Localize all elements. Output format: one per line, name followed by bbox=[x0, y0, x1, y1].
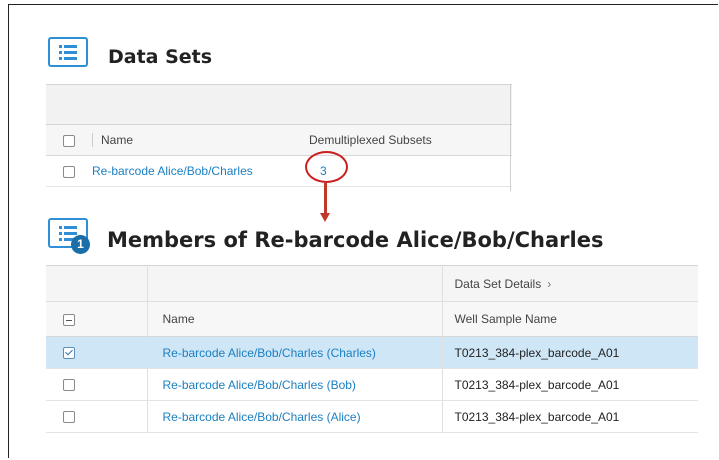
member-name-link[interactable]: Re-barcode Alice/Bob/Charles (Charles) bbox=[163, 346, 376, 360]
members-title: Members of Re-barcode Alice/Bob/Charles bbox=[107, 228, 604, 252]
group-header-row: Data Set Details › bbox=[46, 265, 698, 302]
table-header-row: Name Well Sample Name bbox=[46, 301, 698, 337]
data-set-name-link[interactable]: Re-barcode Alice/Bob/Charles bbox=[92, 164, 253, 178]
table-row[interactable]: Re-barcode Alice/Bob/Charles 3 bbox=[46, 155, 512, 187]
chevron-right-icon[interactable]: › bbox=[547, 277, 551, 291]
data-sets-table: Name Demultiplexed Subsets Re-barcode Al… bbox=[46, 84, 512, 187]
well-sample-name: T0213_384-plex_barcode_A01 bbox=[454, 409, 620, 424]
table-row[interactable]: Re-barcode Alice/Bob/Charles (Bob) T0213… bbox=[46, 368, 698, 401]
row-checkbox[interactable] bbox=[63, 379, 75, 392]
table-right-border bbox=[510, 84, 511, 191]
table-row[interactable]: Re-barcode Alice/Bob/Charles (Alice) T02… bbox=[46, 400, 698, 433]
row-checkbox[interactable] bbox=[63, 165, 75, 178]
table-row[interactable]: Re-barcode Alice/Bob/Charles (Charles) T… bbox=[46, 336, 698, 369]
row-checkbox[interactable] bbox=[63, 347, 75, 360]
annotation-circle bbox=[305, 151, 348, 183]
name-column-header[interactable]: Name bbox=[101, 133, 133, 147]
demultiplexed-subsets-column-header[interactable]: Demultiplexed Subsets bbox=[309, 133, 432, 147]
data-sets-title: Data Sets bbox=[108, 46, 213, 68]
annotation-arrow-head bbox=[320, 213, 330, 222]
member-count-badge: 1 bbox=[71, 235, 90, 254]
members-table: Data Set Details › Name Well Sample Name … bbox=[46, 265, 698, 433]
select-all-checkbox[interactable] bbox=[63, 134, 75, 147]
well-sample-name-column-header[interactable]: Well Sample Name bbox=[455, 312, 557, 326]
well-sample-name: T0213_384-plex_barcode_A01 bbox=[454, 345, 620, 360]
member-name-link[interactable]: Re-barcode Alice/Bob/Charles (Bob) bbox=[163, 378, 356, 392]
data-set-details-group-header[interactable]: Data Set Details bbox=[455, 277, 542, 291]
list-icon bbox=[48, 37, 88, 67]
member-name-link[interactable]: Re-barcode Alice/Bob/Charles (Alice) bbox=[163, 410, 361, 424]
select-all-checkbox[interactable] bbox=[63, 313, 75, 326]
well-sample-name: T0213_384-plex_barcode_A01 bbox=[454, 377, 620, 392]
table-toolbar-row bbox=[46, 84, 512, 125]
list-icon: 1 bbox=[48, 218, 90, 254]
column-divider bbox=[92, 133, 93, 148]
table-header-row: Name Demultiplexed Subsets bbox=[46, 124, 512, 156]
row-checkbox[interactable] bbox=[63, 411, 75, 424]
name-column-header[interactable]: Name bbox=[163, 312, 195, 326]
annotation-arrow-shaft bbox=[324, 183, 327, 215]
